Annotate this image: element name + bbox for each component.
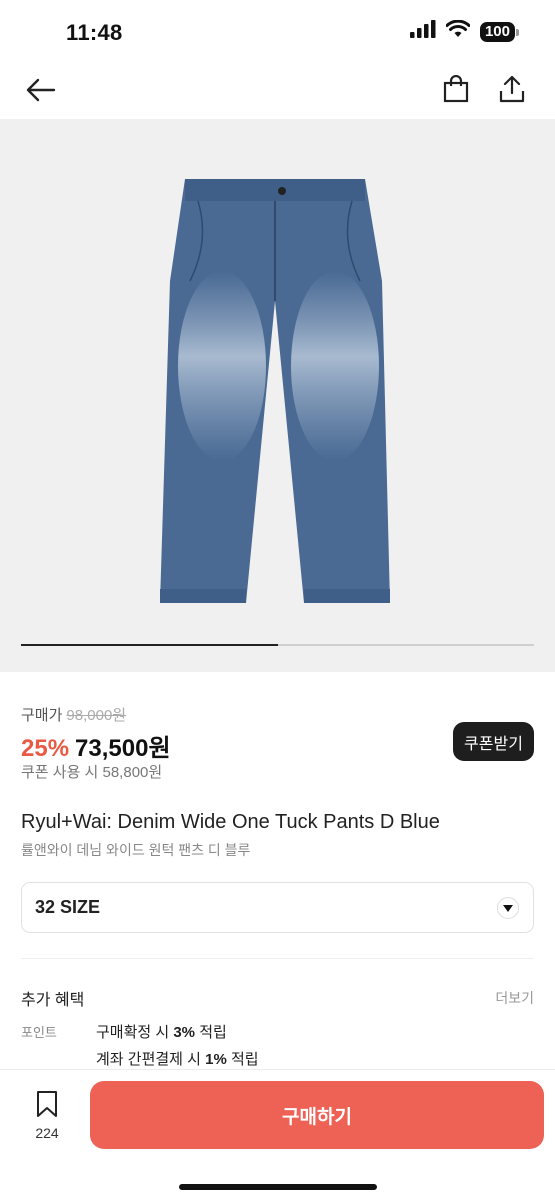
coupon-price: 쿠폰 사용 시 58,800원 — [21, 764, 163, 781]
jeans-product-image — [160, 179, 390, 603]
point-line-1-prefix: 구매확정 시 — [96, 1024, 174, 1041]
divider — [21, 958, 534, 959]
bookmark-button[interactable]: 224 — [28, 1090, 66, 1141]
point-benefit-line-1: 구매확정 시 3% 적립 — [96, 1021, 227, 1042]
point-line-2-suffix: 적립 — [226, 1051, 259, 1068]
get-coupon-button[interactable]: 쿠폰받기 — [453, 722, 534, 761]
benefits-title: 추가 혜택 — [21, 992, 85, 1009]
product-title: Ryul+Wai: Denim Wide One Tuck Pants D Bl… — [21, 811, 440, 833]
point-line-1-suffix: 적립 — [195, 1024, 227, 1041]
carousel-indicator-fill — [21, 644, 278, 646]
battery-icon: 100 — [479, 21, 519, 42]
benefits-more-link[interactable]: 더보기 — [495, 988, 534, 1008]
product-image-carousel[interactable] — [0, 119, 555, 672]
product-subtitle: 률앤와이 데님 와이드 원턱 팬츠 디 블루 — [21, 842, 251, 858]
size-select[interactable]: 32 SIZE — [21, 882, 534, 933]
point-line-1-rate: 3% — [173, 1024, 196, 1041]
status-icons: 100 — [409, 19, 519, 43]
buy-button[interactable]: 구매하기 — [90, 1081, 544, 1149]
bottom-action-bar: 224 구매하기 — [0, 1069, 555, 1200]
price-label: 구매가 98,000원 — [21, 704, 126, 725]
chevron-down-icon — [497, 897, 519, 919]
nav-bar — [0, 62, 555, 118]
discount-rate: 25% — [21, 735, 70, 762]
share-icon[interactable] — [496, 72, 528, 106]
price-row: 25% 73,500원 — [21, 728, 171, 763]
bookmark-icon — [35, 1090, 59, 1123]
signal-icon — [409, 20, 436, 43]
bookmark-count: 224 — [35, 1125, 59, 1141]
point-label: 포인트 — [21, 1025, 57, 1040]
status-time: 11:48 — [66, 20, 123, 45]
size-select-value: 32 SIZE — [35, 897, 101, 917]
home-indicator — [179, 1184, 377, 1190]
sale-price: 73,500원 — [75, 735, 171, 762]
wifi-icon — [445, 19, 471, 43]
point-benefit-line-2: 계좌 간편결제 시 1% 적립 — [96, 1048, 259, 1069]
price-label-text: 구매가 — [21, 707, 63, 724]
original-price: 98,000원 — [66, 707, 127, 724]
carousel-indicator — [21, 644, 534, 646]
shopping-bag-icon[interactable] — [440, 72, 472, 106]
point-line-2-rate: 1% — [205, 1051, 227, 1068]
back-arrow-icon[interactable] — [24, 74, 58, 106]
status-bar: 11:48 100 — [0, 0, 555, 62]
point-line-2-prefix: 계좌 간편결제 시 — [96, 1051, 206, 1068]
battery-level: 100 — [484, 22, 510, 40]
